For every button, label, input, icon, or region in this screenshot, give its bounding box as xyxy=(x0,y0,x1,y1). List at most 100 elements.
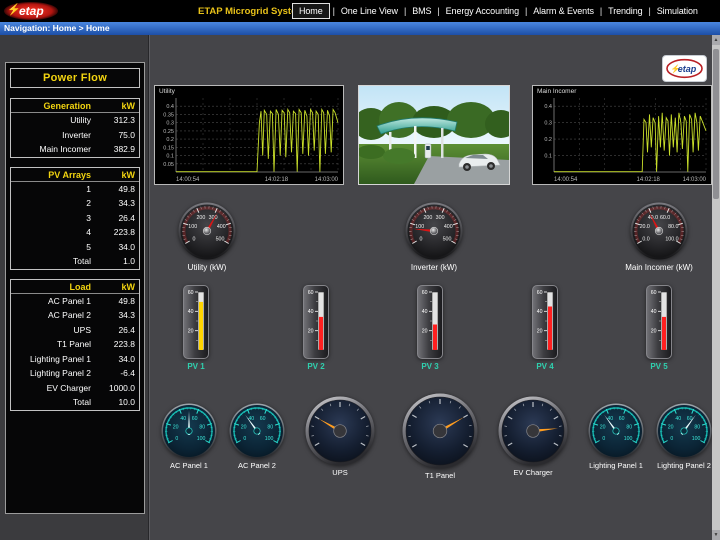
gauge-label-lighting-panel-2: Lighting Panel 2 xyxy=(639,461,720,470)
ev-charger-gauge xyxy=(498,396,568,466)
menu-item-bms[interactable]: BMS xyxy=(409,4,434,18)
svg-text:0.4: 0.4 xyxy=(544,104,552,110)
pv-2-bar-gauge: 204060 xyxy=(303,285,329,359)
menu-item-alarm-events[interactable]: Alarm & Events xyxy=(530,4,597,18)
row-label: Total xyxy=(15,395,103,410)
menu-separator: | xyxy=(333,6,335,16)
svg-text:80.0: 80.0 xyxy=(668,224,678,230)
svg-text:14:00:54: 14:00:54 xyxy=(176,177,200,183)
row-label: Lighting Panel 2 xyxy=(15,366,103,381)
ev-charging-station-photo xyxy=(358,85,510,185)
sidebar-section-generation: GenerationkWUtility312.3Inverter75.0Main… xyxy=(10,98,140,158)
svg-text:80: 80 xyxy=(199,424,205,430)
svg-text:0.3: 0.3 xyxy=(166,121,174,127)
svg-text:80: 80 xyxy=(694,424,700,430)
section-title: Generation xyxy=(15,101,103,111)
data-row-pv-arrays-5: 534.0 xyxy=(11,240,139,255)
data-row-load-ac-panel-1: AC Panel 149.8 xyxy=(11,294,139,309)
breadcrumb-bar: Navigation: Home > Home xyxy=(0,22,720,35)
menu-item-home[interactable]: Home xyxy=(292,3,330,19)
data-row-pv-arrays-4: 4223.8 xyxy=(11,225,139,240)
svg-text:20: 20 xyxy=(668,424,674,430)
svg-text:20: 20 xyxy=(537,329,543,335)
data-row-pv-arrays-3: 326.4 xyxy=(11,211,139,226)
data-row-load-lighting-panel-1: Lighting Panel 134.0 xyxy=(11,352,139,367)
data-row-load-total: Total10.0 xyxy=(11,395,139,410)
pv-label-pv-2: PV 2 xyxy=(286,362,346,371)
svg-text:40: 40 xyxy=(248,416,254,422)
row-value: 1000.0 xyxy=(103,381,135,396)
svg-text:60: 60 xyxy=(192,416,198,422)
power-flow-title: Power Flow xyxy=(10,68,140,88)
svg-text:40: 40 xyxy=(180,416,186,422)
svg-text:40: 40 xyxy=(537,309,543,315)
menu-item-one-line-view[interactable]: One Line View xyxy=(338,4,401,18)
row-label: Lighting Panel 1 xyxy=(15,352,103,367)
sidebar-section-pv-arrays: PV ArrayskW149.8234.3326.44223.8534.0Tot… xyxy=(10,167,140,270)
svg-text:100: 100 xyxy=(197,436,206,442)
svg-text:60: 60 xyxy=(422,290,428,296)
row-value: 26.4 xyxy=(103,211,135,226)
svg-text:14:02:18: 14:02:18 xyxy=(637,177,661,183)
section-header: PV ArrayskW xyxy=(11,168,139,182)
pv-label-pv-5: PV 5 xyxy=(629,362,689,371)
row-label: 1 xyxy=(15,182,103,197)
svg-text:0.2: 0.2 xyxy=(544,137,552,143)
svg-text:40: 40 xyxy=(422,309,428,315)
menu-separator: | xyxy=(437,6,439,16)
svg-text:200: 200 xyxy=(196,215,205,221)
menu-item-trending[interactable]: Trending xyxy=(605,4,645,18)
svg-text:40: 40 xyxy=(308,309,314,315)
app-title: ETAP Microgrid System xyxy=(198,6,305,17)
svg-text:80: 80 xyxy=(267,424,273,430)
main-menu: Home|One Line View|BMS|Energy Accounting… xyxy=(292,0,701,22)
power-flow-sections: GenerationkWUtility312.3Inverter75.0Main… xyxy=(6,98,144,411)
vertical-scrollbar[interactable]: ▲ ▼ xyxy=(712,35,720,540)
gauge-label-main-incomer-kw: Main Incomer (kW) xyxy=(614,263,704,272)
etap-logo[interactable]: ⚡ etap xyxy=(2,0,64,22)
row-value: -6.4 xyxy=(103,366,135,381)
pv-1-bar-gauge: 204060 xyxy=(183,285,209,359)
svg-text:14:03:00: 14:03:00 xyxy=(315,177,339,183)
scrollbar-thumb[interactable] xyxy=(713,49,719,199)
utility-kw-gauge: 0100200300400500 xyxy=(178,202,236,260)
gauge-label-t1-panel: T1 Panel xyxy=(395,471,485,480)
row-value: 1.0 xyxy=(103,254,135,269)
svg-text:20: 20 xyxy=(422,329,428,335)
row-label: 3 xyxy=(15,211,103,226)
svg-text:14:02:18: 14:02:18 xyxy=(265,177,289,183)
row-value: 223.8 xyxy=(103,337,135,352)
menu-item-simulation[interactable]: Simulation xyxy=(654,4,701,18)
section-title: Load xyxy=(15,282,103,292)
breadcrumb[interactable]: Navigation: Home > Home xyxy=(4,23,110,33)
svg-text:20: 20 xyxy=(651,329,657,335)
svg-text:0.0: 0.0 xyxy=(642,236,649,242)
chart-title: Main Incomer xyxy=(537,88,576,95)
data-row-generation-utility: Utility312.3 xyxy=(11,113,139,128)
scroll-up-arrow[interactable]: ▲ xyxy=(712,35,720,45)
data-row-load-ev-charger: EV Charger1000.0 xyxy=(11,381,139,396)
main-incomer-trend-chart: Main Incomer 0.10.20.30.414:00:5414:02:1… xyxy=(532,85,712,185)
section-header: GenerationkW xyxy=(11,99,139,113)
section-unit: kW xyxy=(103,101,135,111)
svg-text:0: 0 xyxy=(602,436,605,442)
svg-text:40: 40 xyxy=(607,416,613,422)
svg-text:0: 0 xyxy=(193,236,196,242)
svg-text:400: 400 xyxy=(217,224,226,230)
ups-gauge xyxy=(305,396,375,466)
menu-item-energy-accounting[interactable]: Energy Accounting xyxy=(443,4,522,18)
gauge-label-ev-charger: EV Charger xyxy=(488,468,578,477)
scroll-down-arrow[interactable]: ▼ xyxy=(712,530,720,540)
svg-text:0.25: 0.25 xyxy=(163,129,174,135)
menu-separator: | xyxy=(600,6,602,16)
pv-label-pv-1: PV 1 xyxy=(166,362,226,371)
gauge-label-ac-panel-2: AC Panel 2 xyxy=(212,461,302,470)
row-label: Total xyxy=(15,254,103,269)
data-row-load-ac-panel-2: AC Panel 234.3 xyxy=(11,308,139,323)
etap-badge-logo: ⚡ etap xyxy=(662,55,707,82)
pv-label-pv-4: PV 4 xyxy=(515,362,575,371)
svg-text:500: 500 xyxy=(443,236,452,242)
svg-text:400: 400 xyxy=(444,224,453,230)
ac-panel-2-gauge: 020406080100 xyxy=(229,403,285,459)
menu-separator: | xyxy=(525,6,527,16)
